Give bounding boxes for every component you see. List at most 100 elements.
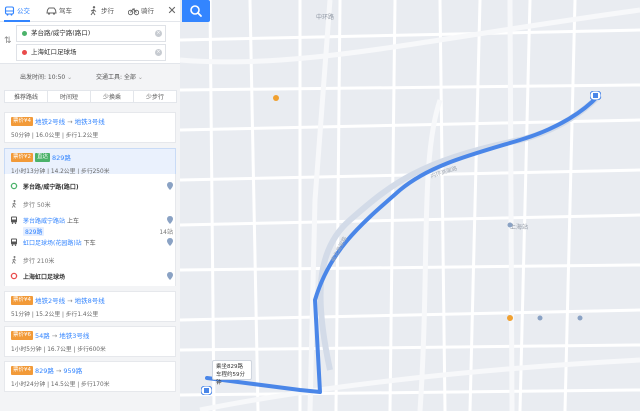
destination-dot-icon	[22, 50, 27, 55]
origin-field[interactable]: 茅台路/威宁路(路口) ×	[16, 25, 166, 42]
transport-select[interactable]: 交通工具: 全部 ⌄	[96, 72, 143, 81]
line-name: 地铁8号线	[74, 297, 105, 305]
board-action: 上车	[66, 218, 79, 225]
route-card[interactable]: 票价¥4 829路 → 959路 1小时24分钟 | 14.5公里 | 步行170米	[4, 361, 176, 392]
bus-icon	[11, 238, 17, 246]
search-button[interactable]	[182, 0, 210, 22]
chevron-down-icon: ⌄	[137, 74, 143, 81]
tab-fewer-transfers[interactable]: 少换乘	[90, 90, 134, 103]
line-name: 829路	[35, 367, 54, 375]
alight-stop: 虹口足球场(花园路)站	[23, 240, 82, 247]
destination-field[interactable]: 上海虹口足球场 ×	[16, 44, 166, 61]
chevron-down-icon: ⌄	[67, 74, 73, 81]
location-pin-icon[interactable]	[167, 182, 173, 190]
origin-dot-icon	[22, 31, 27, 36]
bus-icon	[11, 216, 17, 224]
board-stop: 茅台路威宁路站	[23, 218, 66, 225]
options-row: 出发时间: 10:50 ⌄ 交通工具: 全部 ⌄	[0, 72, 180, 84]
route-meta: 51分钟 | 15.2公里 | 步行1.4公里	[11, 312, 99, 318]
price-tag: 票价¥2	[11, 153, 33, 162]
tab-walk-label: 步行	[101, 7, 114, 15]
depart-time-select[interactable]: 出发时间: 10:50 ⌄	[20, 72, 72, 81]
line-name: 地铁2号线	[35, 118, 66, 126]
route-card[interactable]: 票价¥4 地铁2号线 → 地铁8号线 51分钟 | 15.2公里 | 步行1.4公里	[4, 291, 176, 322]
bubble-line: 乘坐829路	[216, 364, 243, 370]
search-icon	[190, 5, 202, 17]
end-point-icon	[10, 272, 18, 280]
close-icon[interactable]: ✕	[165, 4, 179, 18]
route-meta: 50分钟 | 16.0公里 | 步行1.2公里	[11, 133, 99, 139]
bus-icon	[4, 6, 15, 16]
tab-recommended[interactable]: 推荐路线	[4, 90, 48, 103]
price-tag: 票价¥6	[11, 331, 33, 340]
price-tag: 票价¥4	[11, 366, 33, 375]
bike-icon	[128, 8, 139, 16]
route-card[interactable]: 票价¥6 54路 → 地铁3号线 1小时5分钟 | 16.7公里 | 步行600米	[4, 326, 176, 357]
tab-less-walking[interactable]: 少步行	[133, 90, 177, 103]
walk-label: 步行	[23, 258, 36, 265]
tab-shortest-time[interactable]: 时间短	[47, 90, 91, 103]
location-pin-icon[interactable]	[167, 238, 173, 246]
route-title: 票价¥6 54路 → 地铁3号线	[11, 331, 89, 341]
line-name: 地铁3号线	[59, 332, 90, 340]
map-label-zhonghuan: 中环路	[316, 14, 335, 21]
start-point-icon	[10, 182, 18, 190]
clear-destination-icon[interactable]: ×	[155, 49, 162, 56]
arrow-right-icon: →	[55, 367, 62, 375]
start-bus-icon	[201, 386, 212, 395]
route-input-box: ⇅ 茅台路/威宁路(路口) × 上海虹口足球场 ×	[0, 22, 180, 64]
walk-label: 步行	[23, 202, 36, 209]
transport-label: 交通工具: 全部	[96, 74, 136, 81]
travel-mode-bar: 公交 驾车 步行 骑行 ✕	[0, 0, 180, 22]
route-meta: 1小时5分钟 | 16.7公里 | 步行600米	[11, 347, 106, 353]
route-bubble: 乘坐829路 车程约59分钟	[212, 360, 252, 386]
route-title: 票价¥4 地铁2号线 → 地铁3号线	[11, 117, 105, 127]
direct-tag: 直达	[35, 153, 51, 162]
origin-value: 茅台路/威宁路(路口)	[31, 29, 91, 37]
swap-icon[interactable]: ⇅	[4, 36, 14, 50]
line-badge[interactable]: 829路	[23, 227, 45, 236]
arrow-right-icon: →	[51, 332, 58, 340]
route-title: 票价¥4 829路 → 959路	[11, 366, 82, 376]
line-name: 地铁3号线	[74, 118, 105, 126]
walk-distance: 50米	[36, 202, 51, 209]
arrow-right-icon: →	[67, 297, 73, 305]
route-panel: 公交 驾车 步行 骑行 ✕ ⇅ 茅台路/威宁路(路口) × 上海虹口足球场 × …	[0, 0, 210, 411]
stop-count: 14站	[159, 229, 173, 236]
tab-bike[interactable]: 骑行	[128, 4, 154, 18]
tab-bike-label: 骑行	[141, 7, 154, 15]
walk-distance: 210米	[36, 258, 55, 265]
walk-icon	[11, 200, 17, 208]
depart-time-label: 出发时间: 10:50	[20, 74, 66, 81]
tab-car-label: 驾车	[59, 7, 72, 15]
tab-car[interactable]: 驾车	[46, 4, 72, 18]
route-title: 票价¥2 直达 829路	[11, 153, 71, 163]
route-meta: 1小时24分钟 | 14.5公里 | 步行170米	[11, 382, 110, 388]
line-name: 地铁2号线	[35, 297, 66, 305]
clear-origin-icon[interactable]: ×	[155, 30, 162, 37]
sort-tabs: 推荐路线 时间短 少换乘 少步行	[4, 90, 177, 103]
alight-action: 下车	[83, 240, 96, 247]
location-pin-icon[interactable]	[167, 272, 173, 280]
arrow-right-icon: →	[67, 118, 73, 126]
route-detail: 茅台路/威宁路(路口) 步行 50米 茅台路威宁路站 上车 829路 14站 虹…	[4, 174, 176, 286]
destination-value: 上海虹口足球场	[31, 48, 77, 56]
tab-bus[interactable]: 公交	[4, 4, 30, 22]
walk-icon	[11, 256, 17, 264]
detail-end-name: 上海虹口足球场	[23, 274, 66, 281]
route-title: 票价¥4 地铁2号线 → 地铁8号线	[11, 296, 105, 306]
line-name: 959路	[63, 367, 83, 375]
line-name: 829路	[52, 154, 71, 162]
tab-walk[interactable]: 步行	[88, 4, 114, 18]
price-tag: 票价¥4	[11, 117, 33, 126]
end-bus-icon	[590, 91, 601, 100]
map-label-shanghai-station: 上海站	[510, 224, 529, 231]
car-icon	[46, 7, 57, 15]
line-name: 54路	[35, 332, 50, 340]
walk-icon	[90, 6, 97, 16]
route-card[interactable]: 票价¥4 地铁2号线 → 地铁3号线 50分钟 | 16.0公里 | 步行1.2公里	[4, 112, 176, 143]
detail-start-name: 茅台路/威宁路(路口)	[23, 184, 79, 191]
location-pin-icon[interactable]	[167, 216, 173, 224]
bubble-duration: 车程约59分钟	[216, 372, 245, 386]
price-tag: 票价¥4	[11, 296, 33, 305]
